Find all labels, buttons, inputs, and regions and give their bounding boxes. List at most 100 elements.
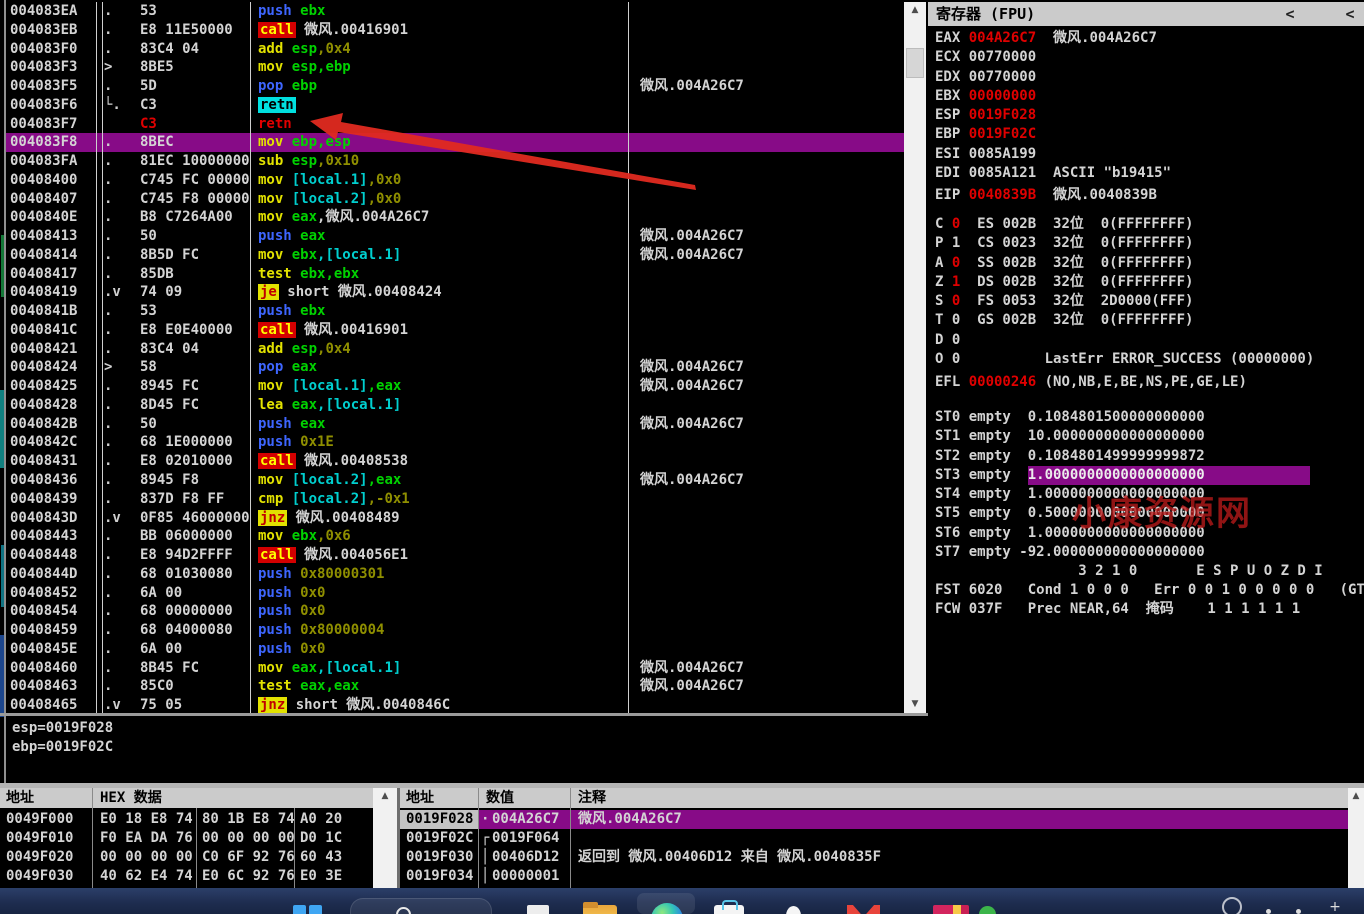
scroll-up-icon[interactable]: ▲ <box>1348 788 1364 805</box>
disasm-row[interactable]: 004083F3>8BE5mov esp,ebp <box>6 58 904 77</box>
fpu-st-line[interactable]: ST1 empty 10.000000000000000000 <box>935 427 1364 446</box>
disasm-row[interactable]: 004083EB.E8 11E50000call 微风.00416901 <box>6 21 904 40</box>
gpr-block[interactable]: EAX 004A26C7 微风.004A26C7ECX 00770000EDX … <box>935 29 1364 183</box>
disasm-row[interactable]: 004083F0.83C4 04add esp,0x4 <box>6 40 904 59</box>
stack-row[interactable]: 0019F02C┌0019F064 <box>400 829 1348 848</box>
disasm-row[interactable]: 00408459.68 04000080push 0x80000004 <box>6 621 904 640</box>
fpu-st-line[interactable]: ST0 empty 0.1084801500000000000 <box>935 408 1364 427</box>
register-line[interactable]: EBX 00000000 <box>935 87 1364 106</box>
disasm-row[interactable]: 00408460.8B45 FCmov eax,[local.1]微风.004A… <box>6 659 904 678</box>
disasm-row[interactable]: 00408424>58pop eax微风.004A26C7 <box>6 358 904 377</box>
disasm-row[interactable]: 0040845E.6A 00push 0x0 <box>6 640 904 659</box>
scroll-down-icon[interactable]: ▼ <box>904 696 926 713</box>
disasm-row[interactable]: 00408407.C745 F8 00000000mov [local.2],0… <box>6 190 904 209</box>
disasm-row[interactable]: 0040843D.v0F85 46000000jnz 微风.00408489 <box>6 509 904 528</box>
disasm-row[interactable]: 00408452.6A 00push 0x0 <box>6 584 904 603</box>
register-line[interactable]: ESI 0085A199 <box>935 145 1364 164</box>
green-app-icon[interactable] <box>979 906 996 914</box>
fcw-line[interactable]: FCW 037F Prec NEAR,64 掩码 1 1 1 1 1 1 <box>935 600 1364 619</box>
register-line[interactable]: ECX 00770000 <box>935 48 1364 67</box>
flag-line[interactable]: D 0 <box>935 331 1364 350</box>
disasm-row[interactable]: 00408425.8945 FCmov [local.1],eax微风.004A… <box>6 377 904 396</box>
disasm-row[interactable]: 00408443.BB 06000000mov ebx,0x6 <box>6 527 904 546</box>
tray-plus-icon[interactable] <box>1328 900 1342 914</box>
briefcase-icon[interactable] <box>714 905 744 914</box>
mail-icon[interactable] <box>847 905 880 914</box>
disasm-row[interactable]: 00408463.85C0test eax,eax微风.004A26C7 <box>6 677 904 696</box>
register-line[interactable]: EDX 00770000 <box>935 68 1364 87</box>
dump-row[interactable]: 0049F02000 00 00 00C0 6F 92 7660 43 <box>0 848 373 867</box>
disasm-row[interactable]: 00408465.v75 05jnz short 微风.0040846C <box>6 696 904 713</box>
disasm-row[interactable]: 00408417.85DBtest ebx,ebx <box>6 265 904 284</box>
fpu-bit-labels[interactable]: 3 2 1 0 E S P U O Z D I <box>935 562 1364 581</box>
disasm-row[interactable]: 00408400.C745 FC 00000000mov [local.1],0… <box>6 171 904 190</box>
dump-row[interactable]: 0049F03040 62 E4 74E0 6C 92 76E0 3E <box>0 867 373 886</box>
fst-register-line[interactable]: FST 6020 Cond 1 0 0 0 Err 0 0 1 0 0 0 0 … <box>935 581 1364 600</box>
registers-prev-button-2[interactable]: < <box>1340 2 1360 26</box>
disasm-row[interactable]: 00408454.68 00000000push 0x0 <box>6 602 904 621</box>
stack-row[interactable]: 0019F034│00000001 <box>400 867 1348 886</box>
flags-block[interactable]: C 0 ES 002B 32位 0(FFFFFFFF)P 1 CS 0023 3… <box>935 215 1364 369</box>
fpu-st-line[interactable]: ST7 empty -92.000000000000000000 <box>935 543 1364 562</box>
scrollbar-thumb[interactable] <box>906 48 924 78</box>
white-window-icon[interactable] <box>527 905 549 914</box>
edge-browser-icon[interactable] <box>637 893 695 914</box>
disasm-row[interactable]: 004083F6└.C3retn <box>6 96 904 115</box>
stack-row[interactable]: 0019F028·004A26C7微风.004A26C7 <box>400 810 1348 829</box>
dump-row[interactable]: 0049F000E0 18 E8 7480 1B E8 74A0 20 <box>0 810 373 829</box>
tray-dot-icon[interactable] <box>1266 909 1271 914</box>
registers-prev-button[interactable]: < <box>1280 2 1300 26</box>
file-explorer-icon[interactable] <box>583 905 617 914</box>
disasm-row[interactable]: 0040841C.E8 E0E40000call 微风.00416901 <box>6 321 904 340</box>
disasm-row[interactable]: 00408439.837D F8 FFcmp [local.2],-0x1 <box>6 490 904 509</box>
disasm-row[interactable]: 00408448.E8 94D2FFFFcall 微风.004056E1 <box>6 546 904 565</box>
registers-pane[interactable]: 寄存器 (FPU) < < EAX 004A26C7 微风.004A26C7EC… <box>928 0 1364 786</box>
disasm-row[interactable]: 00408436.8945 F8mov [local.2],eax微风.004A… <box>6 471 904 490</box>
fpu-st-line[interactable]: ST3 empty 1.0000000000000000000 <box>935 466 1364 485</box>
disasm-row[interactable]: 004083FA.81EC 10000000sub esp,0x10 <box>6 152 904 171</box>
disasm-row[interactable]: 004083F7C3retn <box>6 115 904 134</box>
disasm-row[interactable]: 0040840E.B8 C7264A00mov eax,微风.004A26C7 <box>6 208 904 227</box>
disasm-row[interactable]: 004083F5.5Dpop ebp微风.004A26C7 <box>6 77 904 96</box>
disasm-row[interactable]: 00408431.E8 02010000call 微风.00408538 <box>6 452 904 471</box>
windows-taskbar[interactable] <box>0 888 1364 914</box>
stack-scrollbar[interactable]: ▲ <box>1348 788 1364 888</box>
fcw-register-line[interactable]: FCW 037F Prec NEAR,64 掩码 1 1 1 1 1 1 <box>935 600 1364 619</box>
fpu-st-line[interactable]: ST2 empty 0.1084801499999999872 <box>935 447 1364 466</box>
efl-line[interactable]: EFL 00000246 (NO,NB,E,BE,NS,PE,GE,LE) <box>935 373 1364 392</box>
fst-line[interactable]: FST 6020 Cond 1 0 0 0 Err 0 0 1 0 0 0 0 … <box>935 581 1364 600</box>
disassembly-scrollbar[interactable]: ▲ ▼ <box>904 2 926 713</box>
scroll-up-icon[interactable]: ▲ <box>373 788 397 805</box>
flag-line[interactable]: A 0 SS 002B 32位 0(FFFFFFFF) <box>935 254 1364 273</box>
disasm-row[interactable]: 0040842C.68 1E000000push 0x1E <box>6 433 904 452</box>
register-line[interactable]: EBP 0019F02C <box>935 125 1364 144</box>
disasm-row[interactable]: 00408421.83C4 04add esp,0x4 <box>6 340 904 359</box>
stack-row[interactable]: 0019F030│00406D12返回到 微风.00406D12 来自 微风.0… <box>400 848 1348 867</box>
dump-row[interactable]: 0049F010F0 EA DA 7600 00 00 00D0 1C <box>0 829 373 848</box>
flag-line[interactable]: P 1 CS 0023 32位 0(FFFFFFFF) <box>935 234 1364 253</box>
search-box-icon[interactable] <box>350 898 492 914</box>
disasm-row[interactable]: 00408413.50push eax微风.004A26C7 <box>6 227 904 246</box>
disasm-row[interactable]: 004083EA.53push ebx <box>6 2 904 21</box>
archive-icon[interactable] <box>933 905 969 914</box>
egg-icon[interactable] <box>786 906 801 914</box>
flag-line[interactable]: T 0 GS 002B 32位 0(FFFFFFFF) <box>935 311 1364 330</box>
disasm-row[interactable]: 00408414.8B5D FCmov ebx,[local.1]微风.004A… <box>6 246 904 265</box>
flag-line[interactable]: Z 1 DS 002B 32位 0(FFFFFFFF) <box>935 273 1364 292</box>
flag-line[interactable]: C 0 ES 002B 32位 0(FFFFFFFF) <box>935 215 1364 234</box>
eip-block[interactable]: EIP 0040839B 微风.0040839B <box>935 186 1364 205</box>
disasm-row[interactable]: 0040841B.53push ebx <box>6 302 904 321</box>
tray-dot2-icon[interactable] <box>1296 909 1301 914</box>
register-line[interactable]: ESP 0019F028 <box>935 106 1364 125</box>
windows-start-icon[interactable] <box>293 905 323 914</box>
register-line[interactable]: EAX 004A26C7 微风.004A26C7 <box>935 29 1364 48</box>
disasm-row[interactable]: 00408419.v74 09je short 微风.00408424 <box>6 283 904 302</box>
disasm-row[interactable]: 0040842B.50push eax微风.004A26C7 <box>6 415 904 434</box>
tray-ring-icon[interactable] <box>1222 897 1242 914</box>
efl-block[interactable]: EFL 00000246 (NO,NB,E,BE,NS,PE,GE,LE) <box>935 373 1364 392</box>
disasm-row[interactable]: 00408428.8D45 FClea eax,[local.1] <box>6 396 904 415</box>
disasm-row[interactable]: 0040844D.68 01030080push 0x80000301 <box>6 565 904 584</box>
disasm-row[interactable]: 004083F8.8BECmov ebp,esp <box>6 133 904 152</box>
register-line[interactable]: EDI 0085A121 ASCII "b19415" <box>935 164 1364 183</box>
scroll-up-icon[interactable]: ▲ <box>904 2 926 19</box>
